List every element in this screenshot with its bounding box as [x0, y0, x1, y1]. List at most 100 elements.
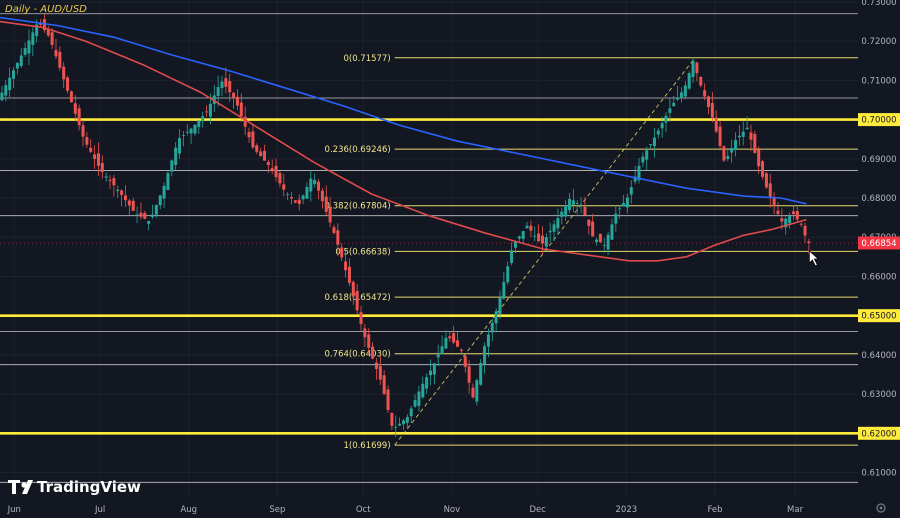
candle-body [297, 199, 301, 204]
fib-level-label: 0.236(0.69246) [325, 145, 391, 155]
candle-body [436, 354, 440, 358]
candle-body [606, 234, 610, 250]
candle-body [764, 173, 768, 188]
candle-body [745, 127, 749, 130]
candle-body [301, 195, 305, 200]
candle-body [749, 132, 753, 140]
candle-body [147, 221, 151, 224]
price-tick-label: 0.69000 [861, 155, 896, 165]
candle-body [656, 130, 660, 135]
candle-body [0, 92, 4, 101]
candle-body [791, 211, 795, 215]
price-axis[interactable]: 0.73000 0.72000 0.71000 0.70000 0.69000 0.680… [858, 0, 900, 518]
candle-body [679, 92, 683, 99]
candle-body [730, 148, 734, 153]
candle-body [293, 200, 297, 203]
candle-body [166, 173, 170, 191]
candle-body [703, 90, 707, 97]
candle-body [89, 147, 93, 152]
candle-body [274, 165, 278, 178]
candle-body [579, 205, 583, 207]
current-price-label: 0.66854 [861, 239, 896, 249]
candle-body [726, 155, 730, 159]
candle-body [158, 195, 162, 206]
candle-body [521, 230, 525, 239]
candle-body [556, 218, 560, 229]
candle-body [54, 49, 58, 57]
candle-body [355, 291, 359, 311]
candle-body [440, 346, 444, 354]
price-tick-label: 0.72000 [861, 37, 896, 47]
chart-title: Daily - AUD/USD [5, 4, 87, 15]
fib-level-label: 0.764(0.64030) [325, 350, 391, 360]
candle-body [498, 298, 502, 315]
chart-root[interactable]: 0(0.71577) 0.236(0.69246) 0.382(0.67804) 0.… [0, 0, 900, 518]
candle-body [710, 103, 714, 118]
candle-body [788, 216, 792, 224]
candle-body [266, 161, 270, 166]
candle-body [641, 156, 645, 163]
candle-body [12, 70, 16, 79]
candle-body [405, 416, 409, 423]
candle-body [618, 208, 622, 210]
candle-body [73, 103, 77, 114]
candle-body [737, 135, 741, 138]
time-tick-label: Dec [529, 505, 546, 515]
candle-body [691, 60, 695, 78]
candle-body [502, 282, 506, 299]
price-chart[interactable]: 0(0.71577) 0.236(0.69246) 0.382(0.67804) 0.… [0, 0, 900, 518]
candle-body [262, 150, 266, 161]
candle-body [131, 200, 135, 211]
candle-body [587, 219, 591, 226]
candle-body [583, 206, 587, 216]
candle-body [174, 147, 178, 165]
candle-body [652, 137, 656, 147]
candle-body [351, 281, 355, 297]
candle-body [15, 62, 19, 69]
candle-body [695, 62, 699, 74]
candle-body [62, 66, 66, 80]
candle-body [432, 363, 436, 375]
candle-body [336, 230, 340, 245]
time-tick-label: Jul [94, 505, 105, 515]
time-tick-label: Oct [356, 505, 371, 515]
candle-body [409, 408, 413, 417]
candle-body [120, 190, 124, 195]
price-tick-label: 0.63000 [861, 390, 896, 400]
candle-body [270, 168, 274, 171]
candle-body [220, 81, 224, 88]
candle-body [123, 195, 127, 201]
fib-level-label: 0(0.71577) [343, 54, 390, 64]
candle-body [564, 205, 568, 217]
price-tick-label: 0.73000 [861, 0, 896, 8]
candle-body [421, 383, 425, 398]
candle-body [4, 85, 8, 96]
candle-body [108, 179, 112, 181]
candle-body [741, 131, 745, 137]
candle-body [517, 236, 521, 239]
candle-body [378, 366, 382, 380]
candle-body [224, 78, 228, 87]
candle-body [193, 124, 197, 134]
candle-body [251, 131, 255, 148]
candle-body [116, 189, 120, 192]
candle-body [490, 322, 494, 333]
candle-body [486, 334, 490, 347]
time-axis[interactable]: Jun Jul Aug Sep Oct Nov Dec 2023 Feb Mar [0, 498, 900, 518]
candle-body [317, 181, 321, 191]
candle-body [332, 227, 336, 233]
candle-body [85, 137, 89, 145]
candle-body [162, 185, 166, 199]
candle-body [687, 73, 691, 89]
candle-body [286, 194, 290, 195]
candle-body [282, 184, 286, 190]
candle-body [127, 200, 131, 206]
candle-body [216, 86, 220, 96]
candle-body [780, 218, 784, 222]
candle-body [533, 235, 537, 237]
price-tick-label: 0.61000 [861, 469, 896, 479]
candle-body [795, 210, 799, 220]
candle-body [483, 346, 487, 364]
candle-body [46, 29, 50, 36]
candle-body [625, 197, 629, 208]
